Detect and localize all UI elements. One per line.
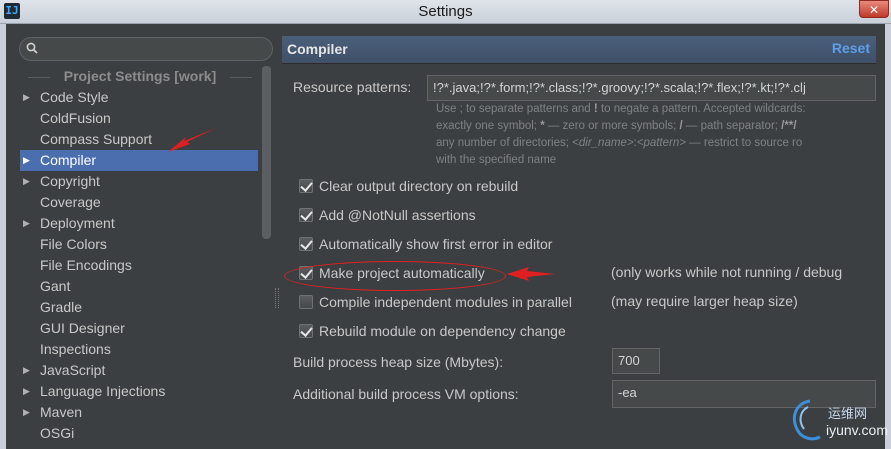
sidebar-item-label: Gant <box>40 278 71 294</box>
sidebar-item-compiler[interactable]: ▶ Compiler <box>20 150 258 171</box>
option-note: (may require larger heap size) <box>611 293 798 309</box>
option-label[interactable]: Rebuild module on dependency change <box>319 321 566 341</box>
panel-splitter[interactable] <box>275 288 279 308</box>
heap-size-field[interactable]: 700 <box>612 348 660 374</box>
section-header: Project Settings [work] <box>20 68 260 86</box>
settings-tree: ▶ Code Style ColdFusion Compass Support ▶ Com… <box>20 87 258 444</box>
search-icon <box>26 42 38 54</box>
resource-patterns-field[interactable]: !?*.java;!?*.form;!?*.class;!?*.groovy;!… <box>427 75 876 101</box>
annotation-arrow-compiler <box>168 128 216 152</box>
sidebar-item-osgi[interactable]: OSGi <box>20 423 258 444</box>
sidebar-item-label: File Encodings <box>40 257 132 273</box>
search-input[interactable] <box>44 40 264 58</box>
sidebar-item-language-injections[interactable]: ▶ Language Injections <box>20 381 258 402</box>
sidebar-item-compass-support[interactable]: Compass Support <box>20 129 258 150</box>
vm-options-label: Additional build process VM options: <box>293 386 519 402</box>
sidebar-scrollbar[interactable] <box>262 66 271 239</box>
expand-arrow-icon[interactable]: ▶ <box>23 213 30 234</box>
option-checkbox[interactable] <box>299 237 313 251</box>
reset-link[interactable]: Reset <box>832 40 870 56</box>
sidebar-item-inspections[interactable]: Inspections <box>20 339 258 360</box>
option-note: (only works while not running / debug <box>611 264 843 280</box>
sidebar-item-label: Language Injections <box>40 383 166 399</box>
sidebar-item-label: GUI Designer <box>40 320 125 336</box>
sidebar-item-gant[interactable]: Gant <box>20 276 258 297</box>
option-label[interactable]: Automatically show first error in editor <box>319 234 552 254</box>
sidebar-item-label: Compiler <box>40 152 97 168</box>
sidebar-item-label: Gradle <box>40 299 83 315</box>
option-checkbox[interactable] <box>299 208 313 222</box>
expand-arrow-icon[interactable]: ▶ <box>23 402 30 423</box>
sidebar-item-label: OSGi <box>40 425 75 441</box>
annotation-arrow-make-project <box>507 267 555 281</box>
sidebar-item-gui-designer[interactable]: GUI Designer <box>20 318 258 339</box>
expand-arrow-icon[interactable]: ▶ <box>23 381 30 402</box>
sidebar-item-label: JavaScript <box>40 362 106 378</box>
sidebar-item-deployment[interactable]: ▶ Deployment <box>20 213 258 234</box>
option-label[interactable]: Clear output directory on rebuild <box>319 176 518 196</box>
sidebar-item-label: Maven <box>40 404 83 420</box>
sidebar-item-copyright[interactable]: ▶ Copyright <box>20 171 258 192</box>
watermark-en: iyunv.com <box>826 422 888 438</box>
sidebar-item-label: Compass Support <box>40 131 153 147</box>
option-checkbox[interactable] <box>299 179 313 193</box>
heap-size-label: Build process heap size (Mbytes): <box>293 354 504 370</box>
sidebar-item-label: ColdFusion <box>40 110 111 126</box>
sidebar-item-label: Inspections <box>40 341 111 357</box>
option-checkbox[interactable] <box>299 324 313 338</box>
sidebar-item-label: File Colors <box>40 236 107 252</box>
panel-title: Compiler <box>287 41 348 57</box>
sidebar-item-gradle[interactable]: Gradle <box>20 297 258 318</box>
sidebar-item-maven[interactable]: ▶ Maven <box>20 402 258 423</box>
sidebar-item-label: Coverage <box>40 194 101 210</box>
sidebar-item-file-colors[interactable]: File Colors <box>20 234 258 255</box>
close-button[interactable]: ✕ <box>859 0 889 18</box>
watermark: 运维网 iyunv.com <box>788 397 888 445</box>
panel-header: Compiler Reset <box>282 36 876 64</box>
expand-arrow-icon[interactable]: ▶ <box>23 87 30 108</box>
watermark-cn: 运维网 <box>828 407 868 422</box>
option-label[interactable]: Add @NotNull assertions <box>319 205 476 225</box>
option-checkbox[interactable] <box>299 295 313 309</box>
sidebar-item-coverage[interactable]: Coverage <box>20 192 258 213</box>
sidebar-item-label: Copyright <box>40 173 100 189</box>
sidebar-item-coldfusion[interactable]: ColdFusion <box>20 108 258 129</box>
sidebar-item-label: Deployment <box>40 215 115 231</box>
option-label[interactable]: Compile independent modules in parallel <box>319 292 572 312</box>
expand-arrow-icon[interactable]: ▶ <box>23 150 30 171</box>
compiler-panel: Resource patterns: !?*.java;!?*.form;!?*… <box>282 64 876 449</box>
window-title: Settings <box>418 3 473 20</box>
sidebar-item-file-encodings[interactable]: File Encodings <box>20 255 258 276</box>
search-box[interactable] <box>19 37 273 61</box>
sidebar-item-label: Code Style <box>40 89 109 105</box>
sidebar-item-javascript[interactable]: ▶ JavaScript <box>20 360 258 381</box>
highlight-oval <box>284 261 506 291</box>
title-bar: IJ Settings ✕ <box>0 0 891 24</box>
expand-arrow-icon[interactable]: ▶ <box>23 171 30 192</box>
resource-patterns-hint: Use ; to separate patterns and ! to nega… <box>436 103 806 166</box>
sidebar-item-code-style[interactable]: ▶ Code Style <box>20 87 258 108</box>
expand-arrow-icon[interactable]: ▶ <box>23 360 30 381</box>
resource-patterns-label: Resource patterns: <box>293 79 412 95</box>
